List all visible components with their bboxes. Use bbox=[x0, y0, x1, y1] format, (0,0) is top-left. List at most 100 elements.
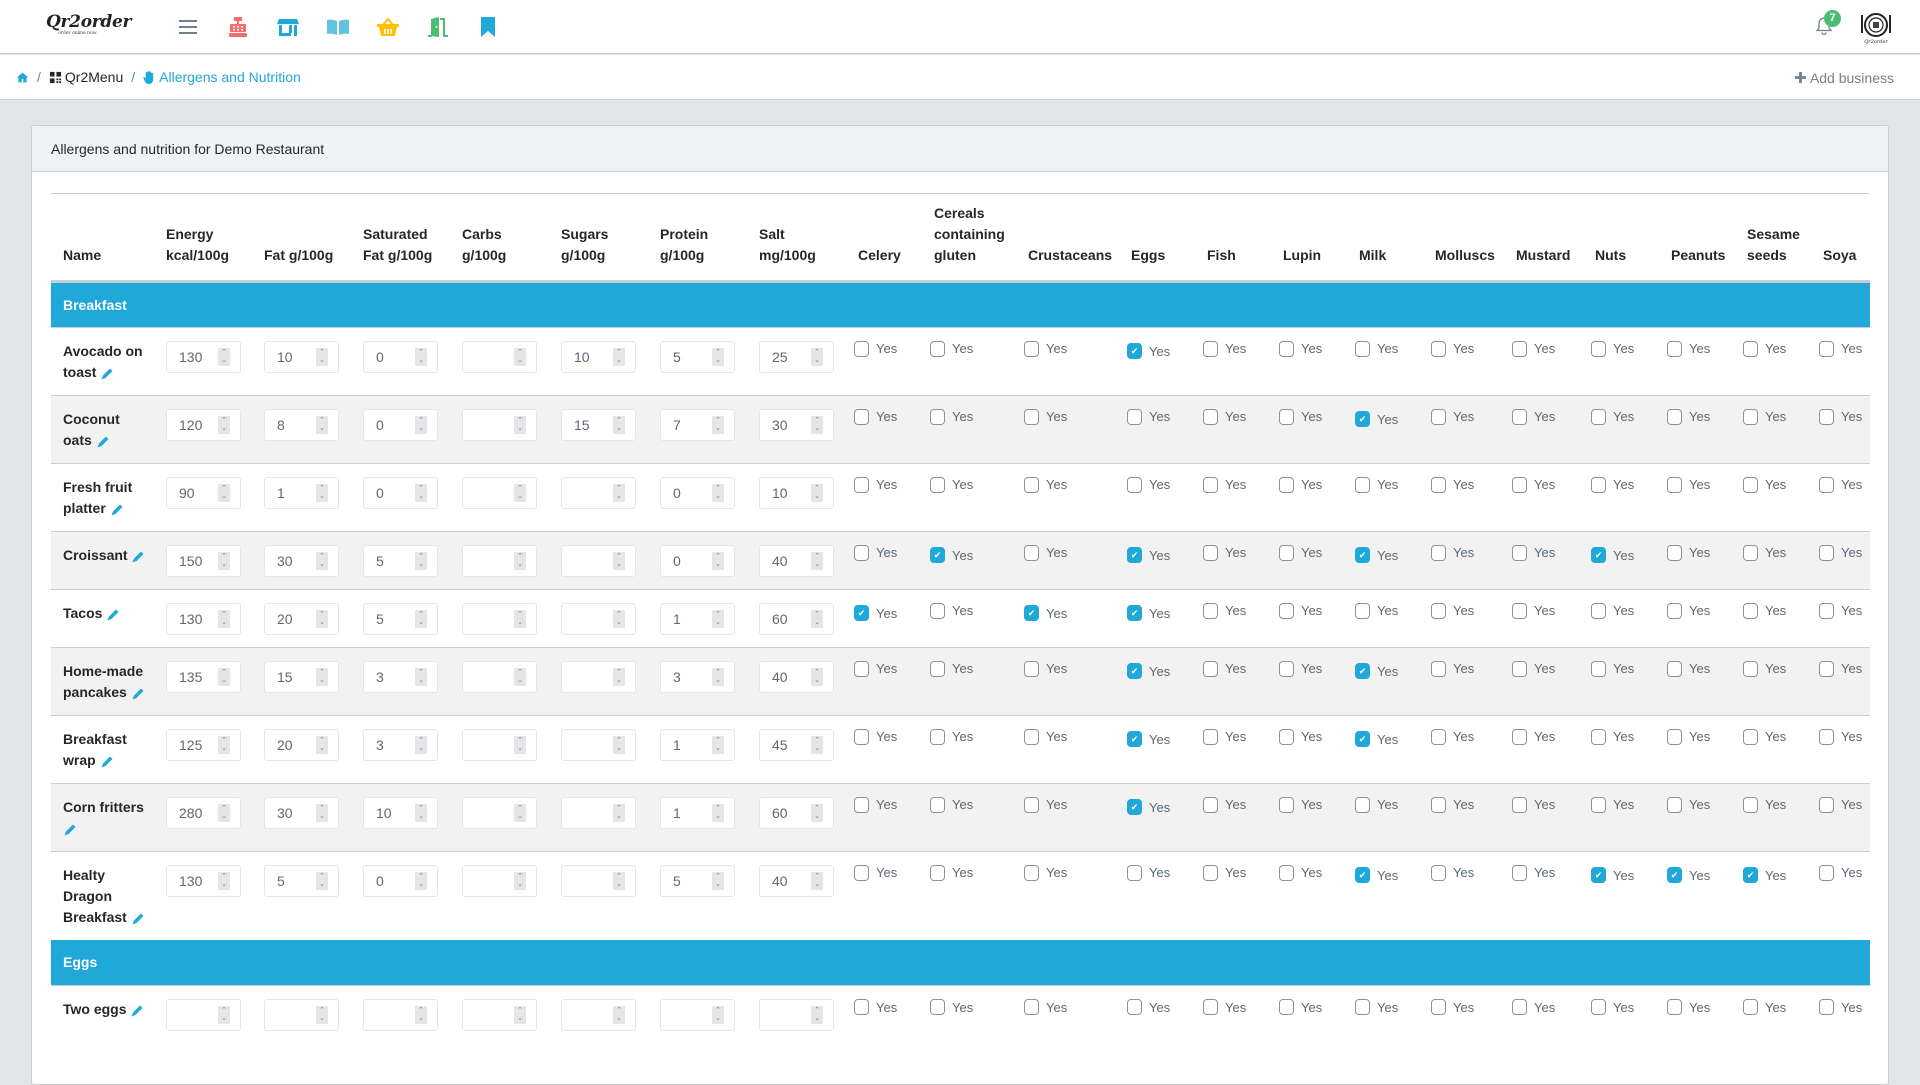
edit-pencil-icon[interactable] bbox=[131, 549, 145, 563]
checkbox[interactable] bbox=[1512, 864, 1527, 881]
number-spinner[interactable]: ⌃ ⌄ bbox=[316, 415, 328, 434]
spin-up-icon[interactable]: ⌃ bbox=[814, 873, 820, 881]
spin-up-icon[interactable]: ⌃ bbox=[517, 349, 523, 357]
spin-down-icon[interactable]: ⌄ bbox=[319, 425, 325, 433]
checkbox[interactable] bbox=[1431, 728, 1446, 745]
spin-down-icon[interactable]: ⌄ bbox=[221, 619, 227, 627]
checkbox[interactable] bbox=[1203, 476, 1218, 493]
nutrition-number-input[interactable]: 45 ⌃ ⌄ bbox=[759, 728, 834, 761]
nutrition-number-input[interactable]: ⌃ ⌄ bbox=[462, 544, 537, 577]
checkbox[interactable] bbox=[1024, 408, 1039, 425]
checkbox[interactable] bbox=[1127, 605, 1142, 621]
allergen-checkbox-peanuts[interactable]: Yes bbox=[1667, 602, 1710, 619]
nutrition-number-input[interactable]: 130 ⌃ ⌄ bbox=[166, 340, 241, 373]
number-spinner[interactable]: ⌃ ⌄ bbox=[415, 551, 427, 570]
spin-up-icon[interactable]: ⌃ bbox=[616, 737, 622, 745]
spin-up-icon[interactable]: ⌃ bbox=[418, 669, 424, 677]
checkbox[interactable] bbox=[1667, 999, 1682, 1015]
allergen-checkbox-lupin[interactable]: Yes bbox=[1279, 864, 1322, 881]
checkbox[interactable] bbox=[1355, 796, 1370, 813]
nutrition-number-input[interactable]: ⌃ ⌄ bbox=[264, 999, 339, 1031]
nutrition-number-input[interactable]: ⌃ ⌄ bbox=[561, 864, 636, 897]
allergen-checkbox-cereals-containing-gluten[interactable]: Yes bbox=[930, 408, 973, 425]
allergen-checkbox-soya[interactable]: Yes bbox=[1819, 999, 1862, 1015]
spin-down-icon[interactable]: ⌄ bbox=[319, 677, 325, 685]
edit-pencil-icon[interactable] bbox=[131, 686, 145, 700]
spin-down-icon[interactable]: ⌄ bbox=[616, 493, 622, 501]
checkbox[interactable] bbox=[1591, 660, 1606, 677]
allergen-checkbox-milk[interactable]: Yes bbox=[1355, 602, 1398, 619]
spin-up-icon[interactable]: ⌃ bbox=[517, 417, 523, 425]
nutrition-number-input[interactable]: ⌃ ⌄ bbox=[462, 476, 537, 509]
allergen-checkbox-soya[interactable]: Yes bbox=[1819, 796, 1862, 813]
checkbox[interactable] bbox=[1355, 731, 1370, 747]
checkbox[interactable] bbox=[1203, 340, 1218, 357]
checkbox[interactable] bbox=[1591, 476, 1606, 493]
spin-up-icon[interactable]: ⌃ bbox=[418, 553, 424, 561]
spin-up-icon[interactable]: ⌃ bbox=[221, 553, 227, 561]
allergen-checkbox-eggs[interactable]: Yes bbox=[1127, 999, 1170, 1015]
number-spinner[interactable]: ⌃ ⌄ bbox=[316, 1006, 328, 1024]
allergen-checkbox-fish[interactable]: Yes bbox=[1203, 864, 1246, 881]
nutrition-number-input[interactable]: 1 ⌃ ⌄ bbox=[660, 796, 735, 829]
spin-down-icon[interactable]: ⌄ bbox=[715, 813, 721, 821]
allergen-checkbox-nuts[interactable]: Yes bbox=[1591, 547, 1634, 563]
allergen-checkbox-eggs[interactable]: Yes bbox=[1127, 799, 1170, 815]
checkbox[interactable] bbox=[1819, 602, 1834, 619]
spin-down-icon[interactable]: ⌄ bbox=[616, 425, 622, 433]
nutrition-number-input[interactable]: ⌃ ⌄ bbox=[166, 999, 241, 1031]
spin-down-icon[interactable]: ⌄ bbox=[814, 881, 820, 889]
number-spinner[interactable]: ⌃ ⌄ bbox=[514, 803, 526, 822]
checkbox[interactable] bbox=[1024, 999, 1039, 1015]
spin-down-icon[interactable]: ⌄ bbox=[221, 425, 227, 433]
allergen-checkbox-nuts[interactable]: Yes bbox=[1591, 340, 1634, 357]
allergen-checkbox-cereals-containing-gluten[interactable]: Yes bbox=[930, 728, 973, 745]
checkbox[interactable] bbox=[1127, 547, 1142, 563]
checkbox[interactable] bbox=[1203, 408, 1218, 425]
spin-up-icon[interactable]: ⌃ bbox=[221, 873, 227, 881]
number-spinner[interactable]: ⌃ ⌄ bbox=[218, 551, 230, 570]
spin-up-icon[interactable]: ⌃ bbox=[319, 611, 325, 619]
allergen-checkbox-milk[interactable]: Yes bbox=[1355, 476, 1398, 493]
allergen-checkbox-milk[interactable]: Yes bbox=[1355, 867, 1398, 883]
spin-down-icon[interactable]: ⌄ bbox=[319, 561, 325, 569]
spin-up-icon[interactable]: ⌃ bbox=[814, 349, 820, 357]
checkbox[interactable] bbox=[854, 408, 869, 425]
allergen-checkbox-fish[interactable]: Yes bbox=[1203, 999, 1246, 1015]
checkbox[interactable] bbox=[1431, 340, 1446, 357]
number-spinner[interactable]: ⌃ ⌄ bbox=[712, 551, 724, 570]
checkbox[interactable] bbox=[1279, 660, 1294, 677]
checkbox[interactable] bbox=[854, 864, 869, 881]
spin-up-icon[interactable]: ⌃ bbox=[616, 349, 622, 357]
checkbox[interactable] bbox=[1279, 476, 1294, 493]
allergen-checkbox-cereals-containing-gluten[interactable]: Yes bbox=[930, 340, 973, 357]
allergen-checkbox-nuts[interactable]: Yes bbox=[1591, 602, 1634, 619]
allergen-checkbox-celery[interactable]: Yes bbox=[854, 605, 897, 621]
nutrition-number-input[interactable]: ⌃ ⌄ bbox=[462, 796, 537, 829]
checkbox[interactable] bbox=[1512, 408, 1527, 425]
checkbox[interactable] bbox=[1667, 796, 1682, 813]
allergen-checkbox-eggs[interactable]: Yes bbox=[1127, 663, 1170, 679]
nutrition-number-input[interactable]: 0 ⌃ ⌄ bbox=[363, 864, 438, 897]
spin-down-icon[interactable]: ⌄ bbox=[418, 1015, 424, 1023]
spin-up-icon[interactable]: ⌃ bbox=[319, 805, 325, 813]
checkbox[interactable] bbox=[1024, 340, 1039, 357]
spin-down-icon[interactable]: ⌄ bbox=[814, 561, 820, 569]
checkbox[interactable] bbox=[1667, 660, 1682, 677]
checkbox[interactable] bbox=[1512, 476, 1527, 493]
spin-down-icon[interactable]: ⌄ bbox=[616, 881, 622, 889]
checkbox[interactable] bbox=[1127, 663, 1142, 679]
checkbox[interactable] bbox=[930, 340, 945, 357]
allergen-checkbox-molluscs[interactable]: Yes bbox=[1431, 999, 1474, 1015]
allergen-checkbox-celery[interactable]: Yes bbox=[854, 544, 897, 561]
spin-down-icon[interactable]: ⌄ bbox=[814, 425, 820, 433]
checkbox[interactable] bbox=[1024, 476, 1039, 493]
nutrition-number-input[interactable]: 7 ⌃ ⌄ bbox=[660, 408, 735, 441]
basket-icon[interactable] bbox=[376, 15, 400, 39]
checkbox[interactable] bbox=[930, 408, 945, 425]
allergen-checkbox-crustaceans[interactable]: Yes bbox=[1024, 605, 1067, 621]
spin-down-icon[interactable]: ⌄ bbox=[517, 561, 523, 569]
spin-up-icon[interactable]: ⌃ bbox=[814, 553, 820, 561]
edit-pencil-icon[interactable] bbox=[63, 822, 77, 836]
spin-down-icon[interactable]: ⌄ bbox=[814, 813, 820, 821]
